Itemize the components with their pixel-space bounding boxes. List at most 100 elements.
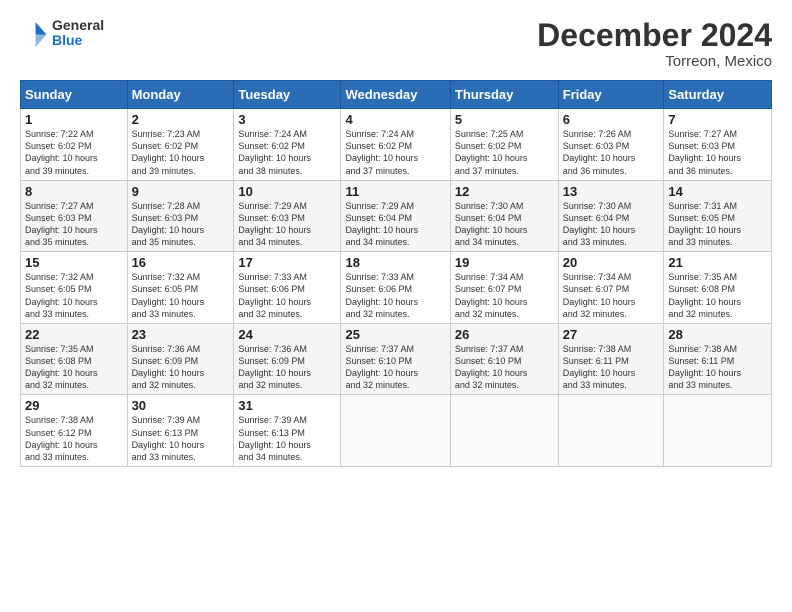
day-number: 10 [238, 184, 336, 199]
day-cell: 31Sunrise: 7:39 AM Sunset: 6:13 PM Dayli… [234, 395, 341, 467]
day-number: 26 [455, 327, 554, 342]
logo-general: General [52, 18, 104, 33]
day-cell: 17Sunrise: 7:33 AM Sunset: 6:06 PM Dayli… [234, 252, 341, 324]
day-number: 4 [345, 112, 445, 127]
day-number: 17 [238, 255, 336, 270]
day-info: Sunrise: 7:34 AM Sunset: 6:07 PM Dayligh… [563, 271, 660, 320]
day-cell: 6Sunrise: 7:26 AM Sunset: 6:03 PM Daylig… [558, 109, 664, 181]
calendar-table: SundayMondayTuesdayWednesdayThursdayFrid… [20, 80, 772, 467]
day-number: 18 [345, 255, 445, 270]
day-info: Sunrise: 7:38 AM Sunset: 6:11 PM Dayligh… [563, 343, 660, 392]
day-info: Sunrise: 7:24 AM Sunset: 6:02 PM Dayligh… [345, 128, 445, 177]
day-cell: 24Sunrise: 7:36 AM Sunset: 6:09 PM Dayli… [234, 323, 341, 395]
day-cell: 21Sunrise: 7:35 AM Sunset: 6:08 PM Dayli… [664, 252, 772, 324]
day-number: 8 [25, 184, 123, 199]
day-info: Sunrise: 7:29 AM Sunset: 6:04 PM Dayligh… [345, 200, 445, 249]
day-cell: 2Sunrise: 7:23 AM Sunset: 6:02 PM Daylig… [127, 109, 234, 181]
day-info: Sunrise: 7:25 AM Sunset: 6:02 PM Dayligh… [455, 128, 554, 177]
day-number: 20 [563, 255, 660, 270]
day-cell: 9Sunrise: 7:28 AM Sunset: 6:03 PM Daylig… [127, 180, 234, 252]
calendar-body: 1Sunrise: 7:22 AM Sunset: 6:02 PM Daylig… [21, 109, 772, 467]
day-info: Sunrise: 7:36 AM Sunset: 6:09 PM Dayligh… [238, 343, 336, 392]
day-number: 28 [668, 327, 767, 342]
day-number: 16 [132, 255, 230, 270]
day-info: Sunrise: 7:37 AM Sunset: 6:10 PM Dayligh… [455, 343, 554, 392]
day-number: 15 [25, 255, 123, 270]
day-cell: 8Sunrise: 7:27 AM Sunset: 6:03 PM Daylig… [21, 180, 128, 252]
header-row: SundayMondayTuesdayWednesdayThursdayFrid… [21, 81, 772, 109]
week-row-1: 1Sunrise: 7:22 AM Sunset: 6:02 PM Daylig… [21, 109, 772, 181]
day-cell: 23Sunrise: 7:36 AM Sunset: 6:09 PM Dayli… [127, 323, 234, 395]
day-cell: 7Sunrise: 7:27 AM Sunset: 6:03 PM Daylig… [664, 109, 772, 181]
day-cell: 13Sunrise: 7:30 AM Sunset: 6:04 PM Dayli… [558, 180, 664, 252]
day-cell: 5Sunrise: 7:25 AM Sunset: 6:02 PM Daylig… [450, 109, 558, 181]
day-cell: 15Sunrise: 7:32 AM Sunset: 6:05 PM Dayli… [21, 252, 128, 324]
day-number: 2 [132, 112, 230, 127]
day-cell: 10Sunrise: 7:29 AM Sunset: 6:03 PM Dayli… [234, 180, 341, 252]
day-info: Sunrise: 7:35 AM Sunset: 6:08 PM Dayligh… [668, 271, 767, 320]
col-header-tuesday: Tuesday [234, 81, 341, 109]
day-info: Sunrise: 7:27 AM Sunset: 6:03 PM Dayligh… [25, 200, 123, 249]
day-number: 3 [238, 112, 336, 127]
logo-icon [20, 19, 48, 47]
day-number: 12 [455, 184, 554, 199]
day-info: Sunrise: 7:23 AM Sunset: 6:02 PM Dayligh… [132, 128, 230, 177]
day-number: 30 [132, 398, 230, 413]
week-row-2: 8Sunrise: 7:27 AM Sunset: 6:03 PM Daylig… [21, 180, 772, 252]
day-cell [341, 395, 450, 467]
logo-blue: Blue [52, 33, 104, 48]
day-cell: 14Sunrise: 7:31 AM Sunset: 6:05 PM Dayli… [664, 180, 772, 252]
day-info: Sunrise: 7:22 AM Sunset: 6:02 PM Dayligh… [25, 128, 123, 177]
day-info: Sunrise: 7:28 AM Sunset: 6:03 PM Dayligh… [132, 200, 230, 249]
day-info: Sunrise: 7:36 AM Sunset: 6:09 PM Dayligh… [132, 343, 230, 392]
page: General Blue December 2024 Torreon, Mexi… [0, 0, 792, 477]
day-info: Sunrise: 7:39 AM Sunset: 6:13 PM Dayligh… [132, 414, 230, 463]
day-cell: 1Sunrise: 7:22 AM Sunset: 6:02 PM Daylig… [21, 109, 128, 181]
day-number: 31 [238, 398, 336, 413]
day-cell: 30Sunrise: 7:39 AM Sunset: 6:13 PM Dayli… [127, 395, 234, 467]
day-number: 19 [455, 255, 554, 270]
col-header-friday: Friday [558, 81, 664, 109]
col-header-sunday: Sunday [21, 81, 128, 109]
day-info: Sunrise: 7:35 AM Sunset: 6:08 PM Dayligh… [25, 343, 123, 392]
day-info: Sunrise: 7:27 AM Sunset: 6:03 PM Dayligh… [668, 128, 767, 177]
day-number: 11 [345, 184, 445, 199]
col-header-thursday: Thursday [450, 81, 558, 109]
day-cell: 20Sunrise: 7:34 AM Sunset: 6:07 PM Dayli… [558, 252, 664, 324]
day-info: Sunrise: 7:32 AM Sunset: 6:05 PM Dayligh… [132, 271, 230, 320]
day-info: Sunrise: 7:32 AM Sunset: 6:05 PM Dayligh… [25, 271, 123, 320]
day-cell: 29Sunrise: 7:38 AM Sunset: 6:12 PM Dayli… [21, 395, 128, 467]
day-number: 14 [668, 184, 767, 199]
day-info: Sunrise: 7:33 AM Sunset: 6:06 PM Dayligh… [238, 271, 336, 320]
week-row-4: 22Sunrise: 7:35 AM Sunset: 6:08 PM Dayli… [21, 323, 772, 395]
day-number: 6 [563, 112, 660, 127]
day-number: 21 [668, 255, 767, 270]
location: Torreon, Mexico [537, 53, 772, 70]
day-number: 25 [345, 327, 445, 342]
day-number: 24 [238, 327, 336, 342]
day-info: Sunrise: 7:34 AM Sunset: 6:07 PM Dayligh… [455, 271, 554, 320]
day-info: Sunrise: 7:26 AM Sunset: 6:03 PM Dayligh… [563, 128, 660, 177]
day-info: Sunrise: 7:30 AM Sunset: 6:04 PM Dayligh… [563, 200, 660, 249]
day-number: 7 [668, 112, 767, 127]
day-cell [450, 395, 558, 467]
day-info: Sunrise: 7:33 AM Sunset: 6:06 PM Dayligh… [345, 271, 445, 320]
day-cell [558, 395, 664, 467]
day-cell [664, 395, 772, 467]
day-cell: 12Sunrise: 7:30 AM Sunset: 6:04 PM Dayli… [450, 180, 558, 252]
day-info: Sunrise: 7:38 AM Sunset: 6:11 PM Dayligh… [668, 343, 767, 392]
logo: General Blue [20, 18, 104, 49]
day-info: Sunrise: 7:30 AM Sunset: 6:04 PM Dayligh… [455, 200, 554, 249]
col-header-wednesday: Wednesday [341, 81, 450, 109]
day-cell: 16Sunrise: 7:32 AM Sunset: 6:05 PM Dayli… [127, 252, 234, 324]
week-row-5: 29Sunrise: 7:38 AM Sunset: 6:12 PM Dayli… [21, 395, 772, 467]
day-info: Sunrise: 7:39 AM Sunset: 6:13 PM Dayligh… [238, 414, 336, 463]
day-number: 13 [563, 184, 660, 199]
day-cell: 11Sunrise: 7:29 AM Sunset: 6:04 PM Dayli… [341, 180, 450, 252]
day-cell: 4Sunrise: 7:24 AM Sunset: 6:02 PM Daylig… [341, 109, 450, 181]
day-number: 5 [455, 112, 554, 127]
day-info: Sunrise: 7:38 AM Sunset: 6:12 PM Dayligh… [25, 414, 123, 463]
day-number: 29 [25, 398, 123, 413]
day-info: Sunrise: 7:37 AM Sunset: 6:10 PM Dayligh… [345, 343, 445, 392]
title-block: December 2024 Torreon, Mexico [537, 18, 772, 70]
